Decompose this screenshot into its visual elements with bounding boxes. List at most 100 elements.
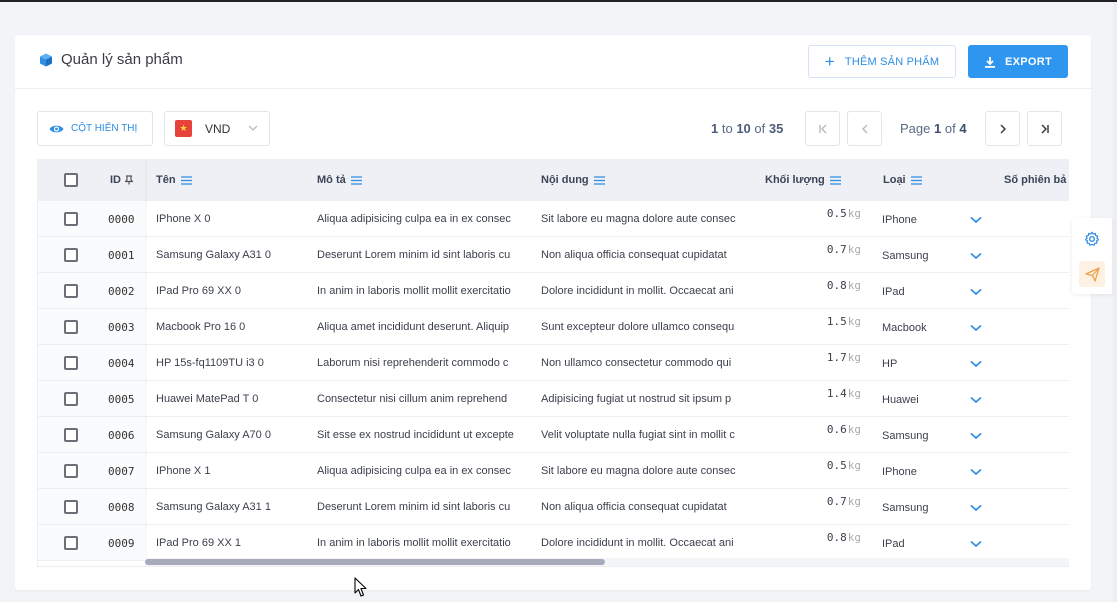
cell-description: Deserunt Lorem minim id sint laboris cu [317,501,511,513]
header-id[interactable]: ID [110,159,133,201]
row-checkbox[interactable] [64,212,78,226]
type-value: IPhone [882,214,917,226]
weight-unit: kg [847,243,861,256]
cell-type[interactable]: IPhone [882,453,992,489]
cell-type[interactable]: Macbook [882,309,992,345]
page-total: 4 [959,121,967,136]
cell-type[interactable]: Huawei [882,381,992,417]
chevron-down-icon[interactable] [970,360,982,368]
chevron-down-icon[interactable] [970,288,982,296]
row-select-cell[interactable] [64,309,84,345]
row-checkbox[interactable] [64,500,78,514]
horizontal-scrollbar-thumb[interactable] [145,559,605,565]
header-description[interactable]: Mô tả [317,159,362,201]
add-product-button[interactable]: + THÊM SẢN PHẨM [808,45,956,78]
cell-type[interactable]: IPad [882,273,992,309]
cell-description: Aliqua adipisicing culpa ea in ex consec [317,465,511,477]
cell-type[interactable]: Samsung [882,237,992,273]
row-checkbox[interactable] [64,428,78,442]
cell-name: IPad Pro 69 XX 1 [156,537,241,549]
cell-type[interactable]: Samsung [882,417,992,453]
cell-weight: 0.5 kg [763,201,861,237]
table-row[interactable]: 0006 Samsung Galaxy A70 0 Sit esse ex nost… [38,417,1069,453]
row-select-cell[interactable] [64,237,84,273]
currency-select[interactable]: ★ VND [164,111,270,146]
table-row[interactable]: 0003 Macbook Pro 16 0 Aliqua amet incididu… [38,309,1069,345]
mouse-cursor-icon [354,577,367,597]
select-all-cell[interactable] [64,159,78,201]
header-name[interactable]: Tên [156,159,192,201]
page-indicator: Page 1 of 4 [900,121,967,136]
chevron-down-icon[interactable] [970,504,982,512]
menu-icon[interactable] [350,175,362,185]
row-select-cell[interactable] [64,273,84,309]
chevron-down-icon[interactable] [970,432,982,440]
row-checkbox[interactable] [64,464,78,478]
table-row[interactable]: 0001 Samsung Galaxy A31 0 Deserunt Lorem m… [38,237,1069,273]
row-select-cell[interactable] [64,345,84,381]
row-select-cell[interactable] [64,525,84,561]
row-select-cell[interactable] [64,381,84,417]
row-checkbox[interactable] [64,356,78,370]
chevron-down-icon[interactable] [970,540,982,548]
next-page-button[interactable] [985,111,1020,146]
last-page-button[interactable] [1027,111,1062,146]
send-icon [1084,266,1100,282]
column-visibility-button[interactable]: CỘT HIỂN THỊ [37,111,153,146]
cell-weight: 1.7 kg [763,345,861,381]
row-select-cell[interactable] [64,417,84,453]
row-checkbox[interactable] [64,320,78,334]
menu-icon[interactable] [910,175,922,185]
title-wrap: Quản lý sản phẩm [39,51,183,68]
top-border [0,0,1117,2]
header-type[interactable]: Loại [883,159,922,201]
send-button[interactable] [1079,261,1105,287]
cell-type[interactable]: IPad [882,525,992,561]
chevron-down-icon[interactable] [970,252,982,260]
table-row[interactable]: 0004 HP 15s-fq1109TU i3 0 Laborum nisi rep… [38,345,1069,381]
page-scrollbar[interactable] [1113,2,1117,602]
row-checkbox[interactable] [64,284,78,298]
chevron-down-icon[interactable] [970,396,982,404]
row-select-cell[interactable] [64,489,84,525]
row-select-cell[interactable] [64,201,84,237]
chevron-down-icon[interactable] [970,216,982,224]
cell-content: Sit labore eu magna dolore aute consec [541,465,736,477]
menu-icon[interactable] [593,175,605,185]
cell-description: Aliqua amet incididunt deserunt. Aliquip [317,321,510,333]
header-weight[interactable]: Khối lượng [765,159,841,201]
column-visibility-label: CỘT HIỂN THỊ [71,123,138,134]
export-button[interactable]: EXPORT [968,45,1068,78]
row-checkbox[interactable] [64,536,78,550]
row-checkbox[interactable] [64,392,78,406]
row-checkbox[interactable] [64,248,78,262]
prev-page-button[interactable] [847,111,882,146]
cell-type[interactable]: IPhone [882,201,992,237]
settings-button[interactable] [1079,226,1105,252]
menu-icon[interactable] [180,175,192,185]
first-page-button[interactable] [805,111,840,146]
header-content[interactable]: Nội dung [541,159,605,201]
menu-icon[interactable] [829,175,841,185]
table-row[interactable]: 0000 IPhone X 0 Aliqua adipisicing culpa e… [38,201,1069,237]
cell-name: Samsung Galaxy A70 0 [156,429,271,441]
chevron-down-icon[interactable] [970,324,982,332]
table-row[interactable]: 0008 Samsung Galaxy A31 1 Deserunt Lorem m… [38,489,1069,525]
cell-type[interactable]: HP [882,345,992,381]
cell-weight: 1.4 kg [763,381,861,417]
cell-type[interactable]: Samsung [882,489,992,525]
cell-weight: 0.8 kg [763,525,861,561]
gear-icon [1085,231,1099,246]
select-all-checkbox[interactable] [64,173,78,187]
cell-id: 0005 [108,392,135,406]
cell-name: IPhone X 1 [156,465,211,477]
header-id-label: ID [110,174,121,186]
chevron-down-icon[interactable] [970,468,982,476]
header-version[interactable]: Số phiên bả [1004,159,1066,201]
weight-unit: kg [847,207,861,220]
table-row[interactable]: 0002 IPad Pro 69 XX 0 In anim in laboris m… [38,273,1069,309]
table-row[interactable]: 0005 Huawei MatePad T 0 Consectetur nisi c… [38,381,1069,417]
table-row[interactable]: 0007 IPhone X 1 Aliqua adipisicing culpa e… [38,453,1069,489]
row-select-cell[interactable] [64,453,84,489]
table-row[interactable]: 0009 IPad Pro 69 XX 1 In anim in laboris m… [38,525,1069,561]
